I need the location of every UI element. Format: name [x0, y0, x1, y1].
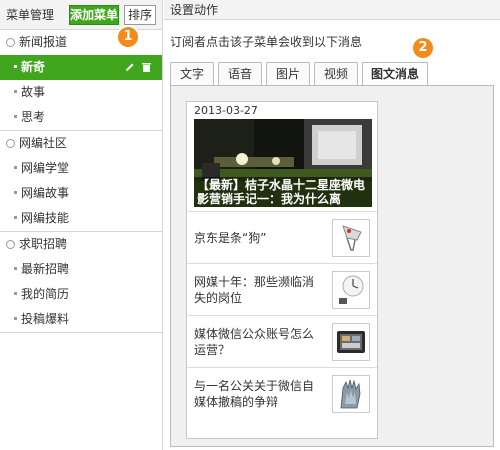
news-item-title: 京东是条“狗” [194, 231, 267, 245]
menu-management-panel: 菜单管理 添加菜单 排序 新闻报道 新奇 故事 思考 网编社区 网编学堂 网编故… [0, 0, 163, 450]
news-item-thumbnail [332, 323, 370, 361]
news-cover-image: 【最新】桔子水晶十二星座微电影营销手记一：我为什么离 [194, 119, 372, 207]
menu-child-label: 最新招聘 [21, 262, 70, 276]
action-settings-title: 设置动作 [164, 0, 500, 20]
menu-child-item[interactable]: 投稿爆料 [0, 307, 162, 332]
menu-child-label: 新奇 [21, 60, 46, 74]
bullet-icon [14, 216, 17, 219]
news-item-thumbnail [332, 375, 370, 413]
bullet-icon [14, 65, 17, 68]
menu-parent-label: 网编社区 [19, 136, 68, 150]
menu-child-label: 我的简历 [21, 287, 70, 301]
news-item-thumbnail [332, 219, 370, 257]
news-cover[interactable]: 2013-03-27 【最新】桔子水晶十二星座微电影营销手记一：我为什么离 [187, 102, 377, 212]
news-item-title: 网媒十年：那些濒临消失的岗位 [194, 275, 315, 305]
tablet-icon [333, 324, 369, 360]
news-item[interactable]: 与一名公关关于微信自媒体撤稿的争辩 [187, 368, 377, 420]
menu-child-label: 网编技能 [21, 211, 70, 225]
menu-child-item[interactable]: 思考 [0, 105, 162, 130]
tab-video[interactable]: 视频 [314, 62, 358, 86]
bullet-icon [14, 191, 17, 194]
hands-icon [333, 376, 369, 412]
news-item[interactable]: 网媒十年：那些濒临消失的岗位 [187, 264, 377, 316]
bullet-icon [14, 317, 17, 320]
step-badge-2: 2 [413, 38, 433, 58]
menu-child-label: 网编故事 [21, 186, 70, 200]
menu-child-item[interactable]: 网编技能 [0, 206, 162, 231]
menu-group-icon [6, 38, 15, 47]
news-item-thumbnail [332, 271, 370, 309]
menu-child-item[interactable]: 最新招聘 [0, 257, 162, 282]
tab-text[interactable]: 文字 [170, 62, 214, 86]
bullet-icon [14, 267, 17, 270]
menu-child-item[interactable]: 故事 [0, 80, 162, 105]
menu-child-label: 思考 [21, 110, 46, 124]
menu-parent-label: 求职招聘 [19, 237, 68, 251]
menu-management-header: 菜单管理 添加菜单 排序 [0, 0, 162, 30]
dog-icon [333, 220, 369, 256]
pencil-icon[interactable] [125, 62, 135, 72]
bullet-icon [14, 292, 17, 295]
news-card[interactable]: 2013-03-27 【最新】桔子水晶十二星座微电影营销手记一：我为什么离 京东… [186, 101, 378, 439]
news-date: 2013-03-27 [194, 104, 258, 117]
menu-child-label: 网编学堂 [21, 161, 70, 175]
menu-group-icon [6, 240, 15, 249]
news-headline: 【最新】桔子水晶十二星座微电影营销手记一：我为什么离 [194, 177, 372, 207]
tab-image[interactable]: 图片 [266, 62, 310, 86]
hint-text: 订阅者点击该子菜单会收到以下消息 [170, 35, 363, 49]
add-menu-button[interactable]: 添加菜单 [69, 5, 119, 25]
menu-group-community: 网编社区 网编学堂 网编故事 网编技能 [0, 131, 162, 232]
menu-child-item-active[interactable]: 新奇 [0, 55, 162, 80]
clock-icon [333, 272, 369, 308]
news-item-title: 媒体微信公众账号怎么运营？ [194, 327, 315, 357]
menu-child-label: 故事 [21, 85, 46, 99]
news-tab-panel: 2013-03-27 【最新】桔子水晶十二星座微电影营销手记一：我为什么离 京东… [170, 85, 494, 447]
menu-parent-item[interactable]: 网编社区 [0, 131, 162, 156]
tab-news[interactable]: 图文消息 [362, 62, 428, 86]
menu-child-label: 投稿爆料 [21, 312, 70, 326]
menu-parent-label: 新闻报道 [19, 35, 68, 49]
sort-button[interactable]: 排序 [124, 5, 156, 25]
menu-parent-item[interactable]: 求职招聘 [0, 232, 162, 257]
tab-voice[interactable]: 语音 [218, 62, 262, 86]
menu-child-item[interactable]: 网编故事 [0, 181, 162, 206]
menu-child-item[interactable]: 网编学堂 [0, 156, 162, 181]
menu-management-title: 菜单管理 [6, 8, 55, 22]
menu-group-icon [6, 139, 15, 148]
bullet-icon [14, 90, 17, 93]
bullet-icon [14, 166, 17, 169]
bullet-icon [14, 115, 17, 118]
menu-child-item[interactable]: 我的简历 [0, 282, 162, 307]
menu-group-jobs: 求职招聘 最新招聘 我的简历 投稿爆料 [0, 232, 162, 333]
step-badge-1: 1 [118, 27, 138, 47]
news-item-title: 与一名公关关于微信自媒体撤稿的争辩 [194, 379, 315, 409]
menu-group-news: 新闻报道 新奇 故事 思考 [0, 30, 162, 131]
action-settings-panel: 设置动作 订阅者点击该子菜单会收到以下消息 文字 语音 图片 视频 图文消息 2… [164, 0, 500, 450]
news-item[interactable]: 京东是条“狗” [187, 212, 377, 264]
trash-icon[interactable] [142, 62, 151, 72]
news-item[interactable]: 媒体微信公众账号怎么运营？ [187, 316, 377, 368]
